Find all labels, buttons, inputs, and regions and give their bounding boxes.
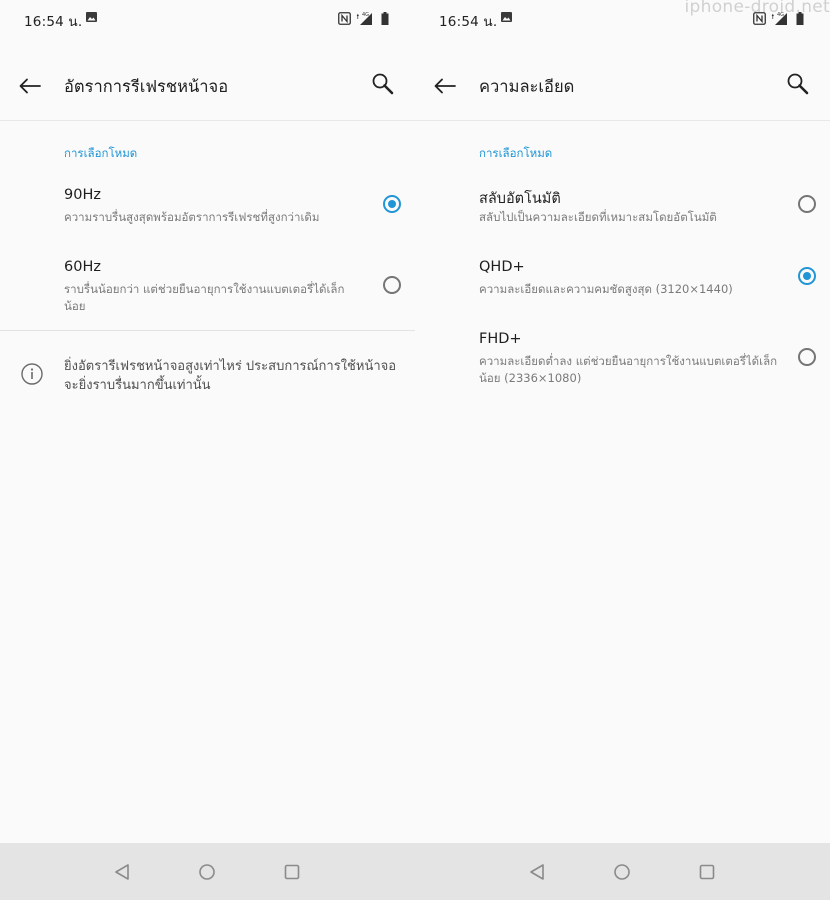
option-auto-switch[interactable]: สลับอัตโนมัติ สลับไปเป็นความละเอียดที่เห… (415, 187, 830, 237)
arrow-back-icon (434, 78, 456, 94)
section-header: การเลือกโหมด (64, 146, 138, 160)
radio-unselected[interactable] (798, 348, 816, 366)
option-qhd-plus[interactable]: QHD+ ความละเอียดและความคมชัดสูงสุด (3120… (415, 259, 830, 309)
image-icon (501, 12, 512, 22)
option-description: ราบรื่นน้อยกว่า แต่ช่วยยืนอายุการใช้งานแ… (64, 282, 345, 313)
status-time: 16:54 น. (24, 14, 83, 30)
watermark: iphone-droid.net (684, 0, 830, 17)
resolution-screen: 16:54 น. 4G iphone-droid.net ความละเอียด… (415, 0, 830, 900)
option-description: ความละเอียดและความคมชัดสูงสุด (3120×1440… (479, 282, 733, 296)
4g-signal-icon: 4G (356, 12, 372, 25)
status-icons: 4G (338, 10, 389, 26)
option-description: สลับไปเป็นความละเอียดที่เหมาะสมโดยอัตโนม… (479, 210, 717, 224)
image-icon (86, 12, 97, 22)
option-description: ความราบรื่นสูงสุดพร้อมอัตราการรีเฟรชที่ส… (64, 210, 320, 224)
option-title: 90Hz (64, 187, 101, 203)
nfc-icon (338, 11, 351, 25)
nav-home-icon[interactable] (612, 862, 632, 882)
nav-recents-icon[interactable] (697, 862, 717, 882)
navigation-bar (415, 843, 830, 900)
nav-back-icon[interactable] (113, 862, 133, 882)
info-icon (21, 363, 43, 385)
nav-back-icon[interactable] (528, 862, 548, 882)
battery-icon (381, 11, 389, 25)
back-button[interactable] (16, 72, 44, 100)
search-icon (787, 73, 809, 95)
option-60hz[interactable]: 60Hz ราบรื่นน้อยกว่า แต่ช่วยยืนอายุการใช… (0, 259, 415, 319)
divider (0, 330, 415, 331)
option-description: ความละเอียดต่ำลง แต่ช่วยยืนอายุการใช้งาน… (479, 354, 778, 385)
section-header: การเลือกโหมด (479, 146, 553, 160)
info-text: ยิ่งอัตรารีเฟรชหน้าจอสูงเท่าไหร่ ประสบกา… (64, 359, 397, 393)
status-time: 16:54 น. (439, 14, 498, 30)
search-button[interactable] (369, 70, 397, 98)
page-title: ความละเอียด (479, 77, 575, 96)
option-title: สลับอัตโนมัติ (479, 191, 561, 207)
navigation-bar (0, 843, 415, 900)
radio-unselected[interactable] (798, 195, 816, 213)
option-title: FHD+ (479, 331, 522, 347)
option-fhd-plus[interactable]: FHD+ ความละเอียดต่ำลง แต่ช่วยยืนอายุการใ… (415, 331, 830, 391)
search-button[interactable] (784, 70, 812, 98)
arrow-back-icon (19, 78, 41, 94)
app-bar: อัตราการรีเฟรชหน้าจอ (0, 50, 415, 121)
nav-recents-icon[interactable] (282, 862, 302, 882)
app-bar: ความละเอียด (415, 50, 830, 121)
nav-home-icon[interactable] (197, 862, 217, 882)
page-title: อัตราการรีเฟรชหน้าจอ (64, 77, 229, 96)
search-icon (372, 73, 394, 95)
option-title: 60Hz (64, 259, 101, 275)
option-title: QHD+ (479, 259, 525, 275)
option-90hz[interactable]: 90Hz ความราบรื่นสูงสุดพร้อมอัตราการรีเฟร… (0, 187, 415, 237)
status-bar: 16:54 น. 4G (0, 0, 415, 38)
refresh-rate-screen: 16:54 น. 4G อัตราการรีเฟรชหน้าจอ การเลือ… (0, 0, 415, 900)
back-button[interactable] (431, 72, 459, 100)
radio-selected[interactable] (798, 267, 816, 285)
radio-unselected[interactable] (383, 276, 401, 294)
radio-selected[interactable] (383, 195, 401, 213)
